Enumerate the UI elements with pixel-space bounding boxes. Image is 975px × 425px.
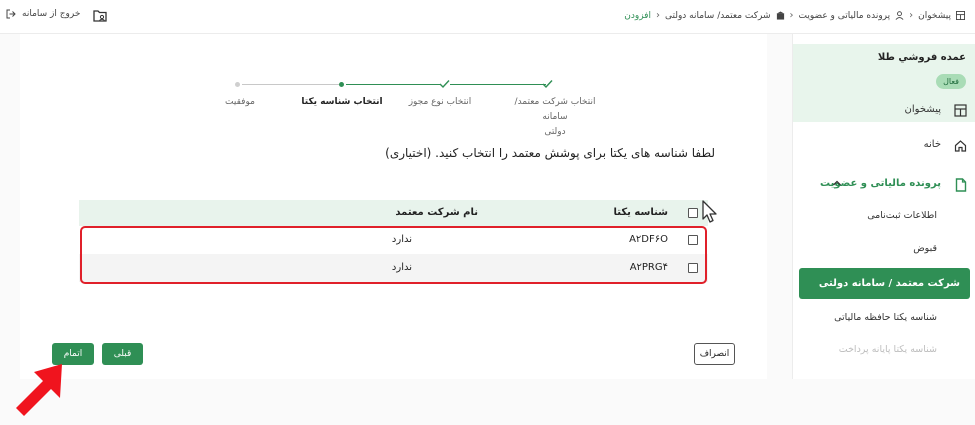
chevron-left-icon: ‹ [789,10,794,21]
chevron-up-icon[interactable] [832,179,842,187]
logout-label: خروج از سامانه [22,9,81,19]
sidebar-subitem-label: شرکت معتمد / سامانه دولتی [818,278,960,289]
sidebar-subitem-tax-memory-id[interactable]: شناسه یکتا حافظه مالیاتی [834,312,937,323]
step-label-line1: انتخاب شرکت معتمد/سامانه [514,97,596,122]
column-header-unique-id: شناسه یکتا [613,207,668,218]
sidebar-item-home[interactable]: خانه [792,131,975,161]
check-icon [542,80,553,89]
step-label-license: انتخاب نوع مجوز [408,97,472,107]
step-label-success: موفقیت [225,97,255,107]
user-icon [895,11,904,20]
instruction-text: لطفا شناسه های یکتا برای پوشش معتمد را ا… [385,146,715,160]
home-icon [954,140,967,152]
chevron-left-icon: ‹ [655,10,660,21]
breadcrumb-item-trusted-company[interactable]: شرکت معتمد/ سامانه دولتی [665,11,771,21]
breadcrumb-item-tax-file[interactable]: پرونده مالیاتی و عضویت [799,11,891,21]
check-icon [439,80,450,89]
building-icon [775,11,785,20]
step-active-dot [339,82,344,87]
status-badge: فعال [936,74,966,89]
red-arrow-icon [16,364,62,416]
folder-switch-icon[interactable] [93,9,107,22]
company-name: عمده فروشي طلا [877,52,966,63]
cancel-button[interactable]: انصراف [694,343,735,365]
column-header-company-name: نام شرکت معتمد [395,207,478,218]
step-label-unique-id: انتخاب شناسه یکتا [301,97,383,107]
document-icon [955,178,967,192]
dashboard-icon [954,104,967,117]
sidebar-item-tax-file[interactable]: پرونده مالیاتی و عضویت [792,170,975,200]
sidebar-item-label: خانه [923,139,941,150]
highlight-box [80,226,707,284]
step-connector [346,84,440,85]
logout-icon [6,9,16,19]
step-connector [450,84,546,85]
sidebar-item-dashboard[interactable]: پیشخوان [792,96,975,126]
step-connector [242,84,340,85]
chevron-left-icon: ‹ [909,10,914,21]
dashboard-icon [956,11,965,20]
sidebar-subitem-bills[interactable]: قبوض [913,243,937,254]
logout-link[interactable]: خروج از سامانه [6,9,80,19]
sidebar-subitem-trusted-company[interactable]: شرکت معتمد / سامانه دولتی [799,268,970,299]
sidebar-item-label: پیشخوان [904,104,941,115]
breadcrumb-item-add: افزودن [624,10,651,21]
sidebar-subitem-payment-terminal-id: شناسه یکتا پایانه پرداخت [838,344,937,355]
previous-button[interactable]: قبلی [102,343,143,365]
step-label-company: انتخاب شرکت معتمد/سامانه دولتی [505,95,605,140]
step-pending-dot [235,82,240,87]
select-all-checkbox[interactable] [688,208,698,218]
breadcrumb: پیشخوان ‹ پرونده مالیاتی و عضویت ‹ شرکت … [624,10,965,21]
top-bar: پیشخوان ‹ پرونده مالیاتی و عضویت ‹ شرکت … [0,0,975,34]
sidebar-subitem-registration[interactable]: اطلاعات ثبت‌نامی [867,210,937,221]
step-label-line2: دولتی [544,127,566,137]
sidebar: عمده فروشي طلا فعال پیشخوان خانه پرونده … [792,34,975,379]
breadcrumb-item-dashboard[interactable]: پیشخوان [918,11,951,21]
table-header: شناسه یکتا نام شرکت معتمد [79,200,708,226]
mouse-cursor-icon [702,200,717,223]
